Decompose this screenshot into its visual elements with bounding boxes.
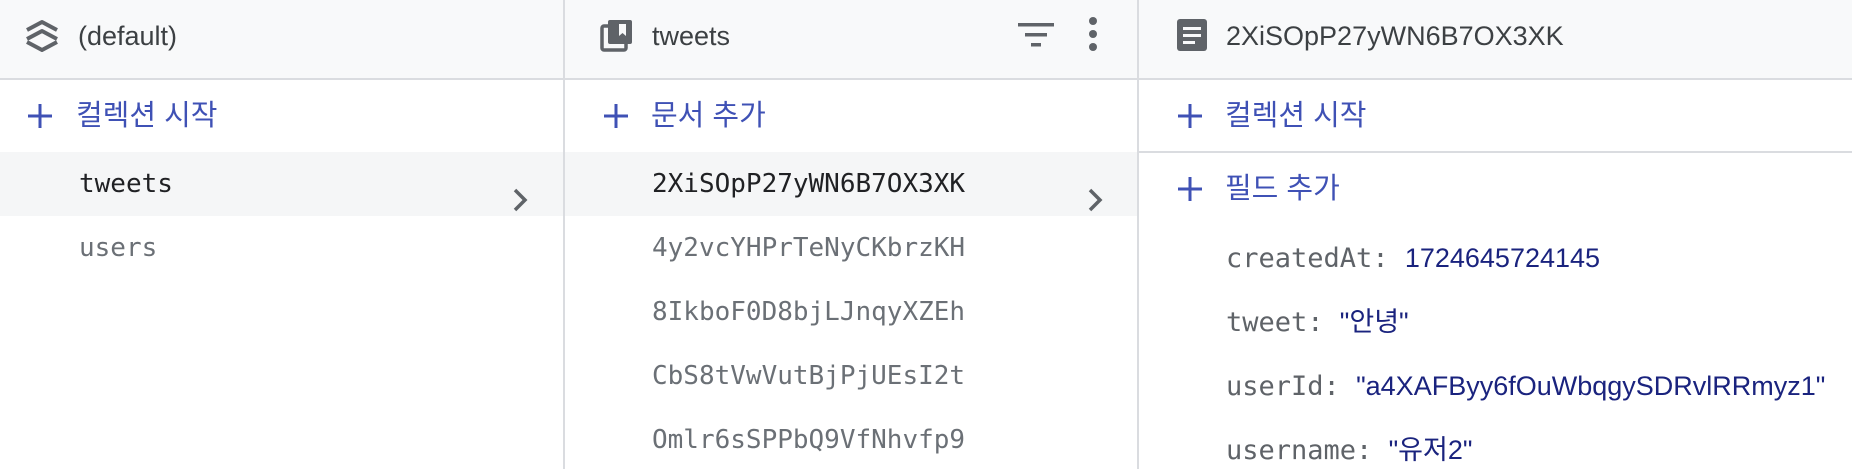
start-subcollection-button[interactable]: 컬렉션 시작 bbox=[1139, 80, 1852, 150]
plus-icon bbox=[603, 103, 629, 129]
field-key: userId bbox=[1226, 371, 1324, 402]
field-key: createdAt bbox=[1226, 243, 1373, 274]
field-key: tweet bbox=[1226, 307, 1308, 338]
plus-icon bbox=[1177, 103, 1203, 129]
add-field-button[interactable]: 필드 추가 bbox=[1139, 153, 1852, 223]
document-id-label: Omlr6sSPPbQ9VfNhvfp9 bbox=[652, 425, 966, 455]
document-id-label: 2XiSOpP27yWN6B7OX3XK bbox=[652, 169, 966, 199]
collection-item-users[interactable]: users bbox=[0, 216, 563, 280]
database-stack-icon bbox=[24, 18, 60, 58]
field-value: "안녕" bbox=[1339, 307, 1409, 337]
field-value: 1724645724145 bbox=[1404, 243, 1601, 273]
field-value: "a4XAFByy6fOuWbqgySDRvlRRmyz1" bbox=[1356, 371, 1826, 401]
filter-icon[interactable] bbox=[1018, 20, 1054, 50]
column-divider bbox=[1137, 0, 1139, 469]
collection-item-tweets[interactable]: tweets bbox=[0, 152, 563, 216]
field-row[interactable]: createdAt: 1724645724145 bbox=[1226, 240, 1600, 277]
start-subcollection-label: 컬렉션 시작 bbox=[1225, 100, 1367, 132]
start-collection-label: 컬렉션 시작 bbox=[76, 100, 218, 132]
start-collection-button[interactable]: 컬렉션 시작 bbox=[0, 80, 563, 150]
document-id-label: 4y2vcYHPrTeNyCKbrzKH bbox=[652, 233, 966, 263]
collection-item-label: tweets bbox=[79, 169, 173, 199]
document-item[interactable]: CbS8tVwVutBjPjUEsI2t bbox=[565, 344, 1137, 408]
add-document-button[interactable]: 문서 추가 bbox=[565, 80, 1137, 150]
field-row[interactable]: userId: "a4XAFByy6fOuWbqgySDRvlRRmyz1" bbox=[1226, 368, 1825, 405]
collection-item-label: users bbox=[79, 233, 158, 263]
document-item[interactable]: 4y2vcYHPrTeNyCKbrzKH bbox=[565, 216, 1137, 280]
document-item[interactable]: Omlr6sSPPbQ9VfNhvfp9 bbox=[565, 408, 1137, 472]
field-value: "유저2" bbox=[1388, 435, 1473, 465]
collection-title: tweets bbox=[652, 21, 731, 51]
document-icon bbox=[1176, 18, 1208, 52]
collection-icon bbox=[600, 18, 634, 52]
more-vert-icon[interactable] bbox=[1086, 16, 1100, 52]
document-title: 2XiSOpP27yWN6B7OX3XK bbox=[1226, 21, 1564, 51]
field-row[interactable]: tweet: "안녕" bbox=[1226, 304, 1409, 341]
add-field-label: 필드 추가 bbox=[1225, 173, 1340, 205]
add-document-label: 문서 추가 bbox=[651, 100, 766, 132]
plus-icon bbox=[1177, 176, 1203, 202]
document-item[interactable]: 8IkboF0D8bjLJnqyXZEh bbox=[565, 280, 1137, 344]
plus-icon bbox=[27, 103, 53, 129]
database-title: (default) bbox=[78, 21, 178, 51]
document-id-label: 8IkboF0D8bjLJnqyXZEh bbox=[652, 297, 966, 327]
field-key: username bbox=[1226, 435, 1357, 466]
document-item[interactable]: 2XiSOpP27yWN6B7OX3XK bbox=[565, 152, 1137, 216]
panel-header-bar bbox=[0, 0, 1852, 80]
field-row[interactable]: username: "유저2" bbox=[1226, 432, 1472, 469]
document-id-label: CbS8tVwVutBjPjUEsI2t bbox=[652, 361, 966, 391]
